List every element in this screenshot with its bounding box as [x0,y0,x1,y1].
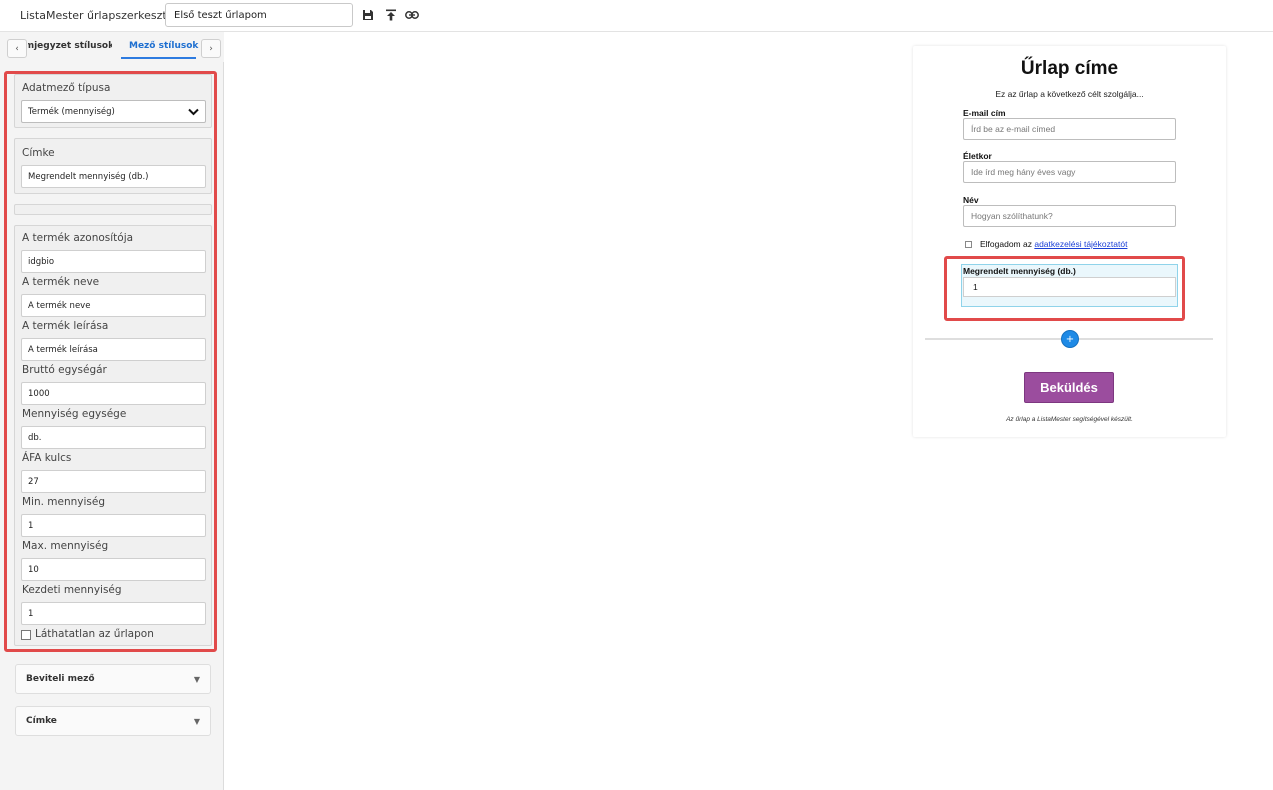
link-icon[interactable] [404,7,420,23]
product-field-label: Min. mennyiség [22,496,106,508]
add-field-button[interactable]: + [1061,330,1079,348]
accordion-label[interactable]: Címke ▼ [15,706,211,736]
form-subtitle: Ez az űrlap a következő célt szolgálja..… [995,89,1144,99]
field-type-value: Termék (mennyiség) [28,106,115,117]
product-field-input[interactable]: db. [21,426,206,449]
product-field-label: ÁFA kulcs [22,452,72,464]
save-icon[interactable] [360,7,376,23]
chevron-down-icon: ▼ [193,674,200,684]
top-bar: ListaMester űrlapszerkesztő: [0,0,1273,32]
product-field-label: Max. mennyiség [22,540,109,552]
active-tab-indicator [121,57,196,59]
tab-clip: Címjegyzet stílusok [28,32,112,62]
invisible-checkbox-label: Láthatatlan az űrlapon [35,628,154,640]
app-title: ListaMester űrlapszerkesztő: [20,9,178,22]
chevron-down-icon: ▼ [193,716,200,726]
product-field-input[interactable]: A termék leírása [21,338,206,361]
field-type-panel: Adatmező típusa Termék (mennyiség) [14,74,212,128]
product-field-input[interactable]: 1000 [21,382,206,405]
field-type-select[interactable]: Termék (mennyiség) [21,100,206,123]
product-field-input[interactable]: 27 [21,470,206,493]
product-field-input[interactable]: 1 [21,602,206,625]
quantity-input[interactable]: 1 [963,277,1176,297]
empty-panel [14,204,212,215]
form-title: Űrlap címe [1020,58,1119,79]
email-label: E-mail cím [963,108,1006,118]
product-field-label: A termék neve [22,276,100,288]
label-input[interactable]: Megrendelt mennyiség (db.) [21,165,206,188]
submit-button[interactable]: Beküldés [1024,372,1114,403]
consent-text: Elfogadom az adatkezelési tájékoztatót [980,239,1127,249]
quantity-field-block[interactable]: Megrendelt mennyiség (db.) 1 [961,264,1178,307]
product-field-input[interactable]: A termék neve [21,294,206,317]
invisible-checkbox[interactable] [21,630,31,640]
form-preview: Űrlap címe Ez az űrlap a következő célt … [913,46,1226,437]
product-field-input[interactable]: 10 [21,558,206,581]
chevron-down-icon [188,108,199,115]
product-fields-panel: A termék azonosítója idgbio A termék neve A… [14,225,212,646]
tab-address-book-styles[interactable]: Címjegyzet stílusok [28,41,112,51]
email-field[interactable]: Írd be az e-mail címed [963,118,1176,140]
accordion-input-field-label: Beviteli mező [26,674,95,684]
product-field-label: A termék leírása [22,320,109,332]
age-label: Életkor [963,151,992,161]
accordion-label-label: Címke [26,716,57,726]
tabs-prev-button[interactable]: ‹ [7,39,27,58]
label-panel: Címke Megrendelt mennyiség (db.) [14,138,212,194]
name-label: Név [963,195,979,205]
age-field[interactable]: Ide írd meg hány éves vagy [963,161,1176,183]
product-field-label: Bruttó egységár [22,364,107,376]
product-field-label: Kezdeti mennyiség [22,584,122,596]
label-section-title: Címke [22,147,55,159]
accordion-input-field[interactable]: Beviteli mező ▼ [15,664,211,694]
quantity-label: Megrendelt mennyiség (db.) [963,266,1076,276]
upload-icon[interactable] [383,7,399,23]
consent-checkbox[interactable] [965,241,972,248]
tabs-next-button[interactable]: › [201,39,221,58]
product-field-label: Mennyiség egysége [22,408,127,420]
product-field-label: A termék azonosítója [22,232,134,244]
sidebar: ‹ Címjegyzet stílusok Mező stílusok › Ad… [0,32,224,790]
field-type-label: Adatmező típusa [22,82,111,94]
name-field[interactable]: Hogyan szólíthatunk? [963,205,1176,227]
form-footer-note: Az űrlap a ListaMester segítségével kész… [1006,416,1133,423]
consent-prefix: Elfogadom az [980,239,1035,249]
style-tabs: ‹ Címjegyzet stílusok Mező stílusok › [0,32,224,62]
product-field-input[interactable]: 1 [21,514,206,537]
privacy-policy-link[interactable]: adatkezelési tájékoztatót [1034,239,1127,249]
product-field-input[interactable]: idgbio [21,250,206,273]
form-name-input[interactable] [165,3,353,27]
tab-field-styles[interactable]: Mező stílusok [129,41,198,51]
